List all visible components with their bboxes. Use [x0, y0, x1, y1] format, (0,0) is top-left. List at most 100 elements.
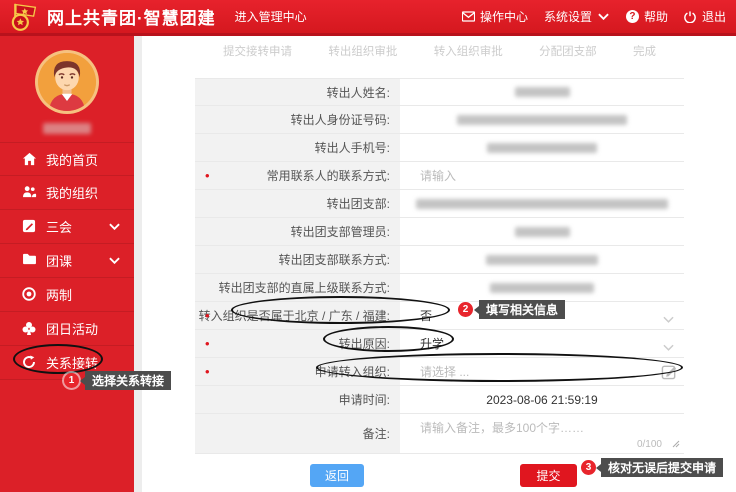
people-icon [22, 185, 37, 200]
select-value: 否 [420, 309, 433, 323]
target-icon [22, 287, 37, 302]
mail-icon [461, 10, 475, 23]
sidebar-item-liangzhi[interactable]: 两制 [0, 278, 134, 312]
step-assign-branch: 分配团支部 [539, 46, 597, 58]
form-actions: 返回 提交 [142, 464, 736, 488]
resize-handle-icon[interactable] [672, 437, 680, 451]
redacted-value [490, 282, 594, 293]
redacted-value [487, 142, 597, 153]
char-counter: 0/100 [636, 439, 662, 450]
edit-icon[interactable] [661, 363, 678, 383]
target-organization-picker[interactable]: 请选择 ... [400, 358, 684, 385]
sidebar: 我的首页 我的组织 三会 团课 两制 团日活动 关系接转 [0, 36, 134, 492]
field-label: 转出团支部联系方式: [195, 246, 400, 273]
field-label: 常用联系人的联系方式: [195, 162, 400, 189]
redacted-value [514, 87, 570, 97]
progress-steps: 提交接转申请 转出组织审批 转入组织审批 分配团支部 完成 [195, 43, 684, 59]
avatar[interactable] [35, 50, 99, 114]
select-value: 升学 [420, 337, 445, 351]
logout-button[interactable]: 退出 [684, 8, 726, 25]
content-gutter [134, 36, 142, 492]
form-row-out-branch-contact: 转出团支部联系方式: [195, 246, 684, 274]
club-icon [22, 321, 37, 336]
remark-textarea[interactable]: 请输入备注，最多100个字…… 0/100 [400, 414, 684, 453]
step-out-org-approval: 转出组织审批 [328, 46, 398, 58]
field-label: 转出人姓名: [195, 79, 400, 105]
redacted-value [514, 226, 570, 237]
step-in-org-approval: 转入组织审批 [433, 46, 503, 58]
redacted-value [457, 114, 627, 125]
sidebar-item-tuanke[interactable]: 团课 [0, 244, 134, 278]
chevron-down-icon [109, 223, 120, 230]
form-row-remark: 备注: 请输入备注，最多100个字…… 0/100 [195, 414, 684, 454]
user-profile [0, 36, 134, 136]
help-label: 帮助 [643, 10, 668, 24]
operation-center-label: 操作中心 [479, 10, 528, 24]
form-row-out-branch-admin: 转出团支部管理员: [195, 218, 684, 246]
step-submit-application: 提交接转申请 [223, 46, 292, 58]
logout-label: 退出 [701, 10, 726, 24]
sidebar-item-relationship-transfer[interactable]: 关系接转 [0, 346, 134, 380]
field-label: 转出团支部: [195, 190, 400, 217]
home-icon [22, 152, 37, 167]
form-row-out-name: 转出人姓名: [195, 78, 684, 106]
top-header: 网上共青团·智慧团建 进入管理中心 操作中心 系统设置 ? 帮助 退出 [0, 0, 736, 36]
field-label: 转入组织是否属于北京 / 广东 / 福建: [195, 302, 400, 329]
redacted-value [416, 198, 668, 209]
sidebar-item-tuanri-activity[interactable]: 团日活动 [0, 312, 134, 346]
field-label: 备注: [195, 414, 400, 453]
transfer-reason-select[interactable]: 升学 [400, 330, 684, 357]
redacted-value [486, 254, 598, 265]
operation-center-button[interactable]: 操作中心 [461, 8, 528, 25]
sidebar-item-label: 关系接转 [46, 356, 99, 371]
sidebar-item-label: 我的组织 [46, 186, 99, 201]
field-value [400, 274, 684, 301]
field-label: 转出人手机号: [195, 134, 400, 161]
enter-admin-center-link[interactable]: 进入管理中心 [235, 8, 307, 25]
sidebar-item-home[interactable]: 我的首页 [0, 142, 134, 176]
field-value [400, 246, 684, 273]
question-icon: ? [625, 10, 639, 23]
avatar-illustration [38, 53, 96, 111]
field-value [400, 218, 684, 245]
chevron-down-icon [663, 340, 674, 354]
chevron-down-icon [597, 10, 610, 23]
field-label: 转出人身份证号码: [195, 106, 400, 133]
form-row-contact-method: 常用联系人的联系方式: 请输入 [195, 162, 684, 190]
header-brand: 网上共青团·智慧团建 进入管理中心 [0, 2, 307, 32]
sidebar-item-label: 三会 [46, 220, 73, 235]
form-row-out-id-number: 转出人身份证号码: [195, 106, 684, 134]
app-title: 网上共青团·智慧团建 [47, 9, 216, 28]
redacted-username [43, 123, 91, 134]
form-row-out-phone: 转出人手机号: [195, 134, 684, 162]
header-nav: 操作中心 系统设置 ? 帮助 退出 [461, 8, 736, 25]
sidebar-menu: 我的首页 我的组织 三会 团课 两制 团日活动 关系接转 [0, 142, 134, 380]
document-icon [22, 219, 37, 234]
field-label: 申请转入组织: [195, 358, 400, 385]
sidebar-item-sanhui[interactable]: 三会 [0, 210, 134, 244]
system-settings-button[interactable]: 系统设置 [544, 8, 610, 25]
help-button[interactable]: ? 帮助 [625, 8, 668, 25]
input-placeholder: 请输入 [420, 169, 457, 183]
sidebar-item-label: 团日活动 [46, 322, 99, 337]
submit-button[interactable]: 提交 [520, 464, 577, 487]
step-complete: 完成 [633, 46, 656, 58]
form-row-region-select: 转入组织是否属于北京 / 广东 / 福建: 否 [195, 302, 684, 330]
textarea-placeholder: 请输入备注，最多100个字…… [420, 421, 585, 435]
form-row-superior-contact: 转出团支部的直属上级联系方式: [195, 274, 684, 302]
field-label: 转出原因: [195, 330, 400, 357]
sidebar-item-label: 我的首页 [46, 152, 99, 168]
transfer-application-form: 转出人姓名: 转出人身份证号码: 转出人手机号: 常用联系人的联系方式: 请输入… [195, 78, 684, 454]
contact-method-input[interactable]: 请输入 [400, 162, 684, 189]
field-label: 转出团支部的直属上级联系方式: [195, 274, 400, 301]
picker-placeholder: 请选择 ... [420, 365, 470, 379]
field-value [400, 79, 684, 105]
folder-icon [22, 253, 37, 268]
power-icon [684, 10, 697, 23]
apply-time-value: 2023-08-06 21:59:19 [400, 386, 684, 413]
league-emblem-logo [11, 3, 37, 31]
back-button[interactable]: 返回 [310, 464, 364, 487]
region-select[interactable]: 否 [400, 302, 684, 329]
form-row-target-organization: 申请转入组织: 请选择 ... [195, 358, 684, 386]
sidebar-item-organization[interactable]: 我的组织 [0, 176, 134, 210]
